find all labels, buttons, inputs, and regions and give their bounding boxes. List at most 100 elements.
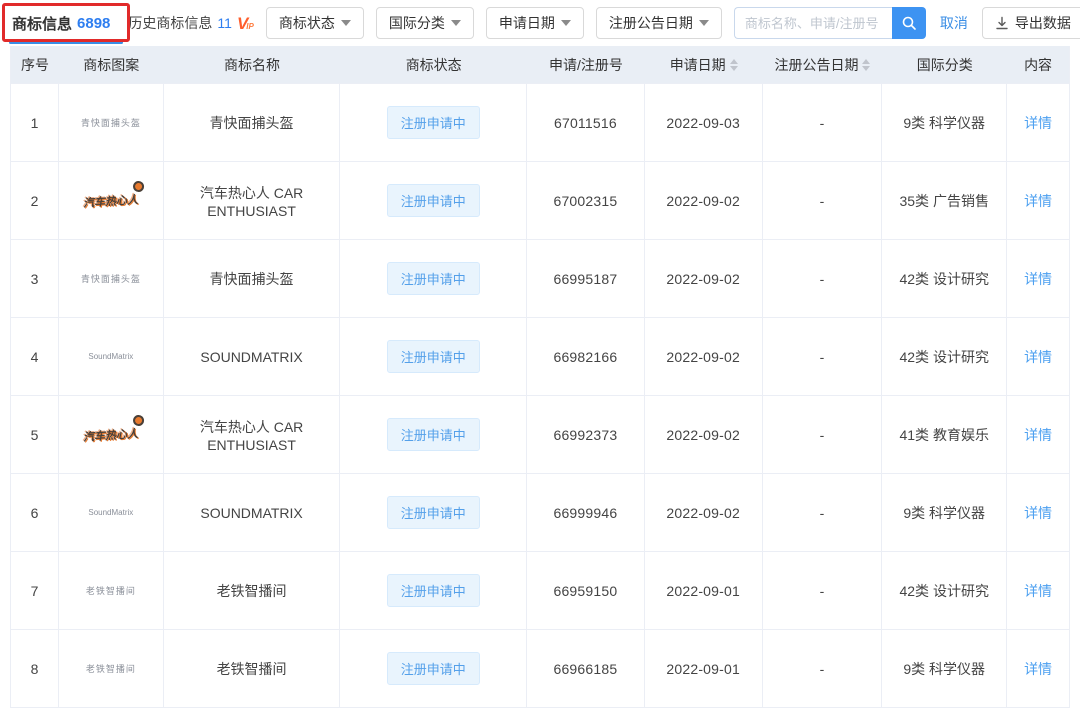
international-class: 42类 设计研究 [882, 552, 1007, 629]
logo-blob-icon [133, 414, 145, 426]
sort-icon[interactable] [862, 59, 870, 71]
detail-link[interactable]: 详情 [1024, 425, 1052, 445]
tab-history-trademark-info[interactable]: 历史商标信息 11 V IP [128, 13, 253, 33]
detail-cell: 详情 [1007, 318, 1069, 395]
col-header-intl-class: 国际分类 [882, 46, 1007, 83]
trademark-image-text: 老铁智播间 [86, 662, 136, 675]
row-index: 5 [11, 396, 59, 473]
table-row: 5 汽车热心人 汽车热心人 CAR ENTHUSIAST 注册申请中 66992… [11, 396, 1069, 474]
export-label: 导出数据 [1015, 13, 1071, 33]
sort-icon[interactable] [730, 59, 738, 71]
trademark-image-cell: 青快面捕头盔 [59, 84, 164, 161]
filter-registration-announce-date[interactable]: 注册公告日期 [596, 7, 722, 39]
trademark-image-text: SoundMatrix [88, 352, 133, 361]
application-number: 67002315 [527, 162, 645, 239]
table-header-row: 序号 商标图案 商标名称 商标状态 申请/注册号 申请日期 注册公告日期 国际分… [11, 46, 1069, 84]
table-row: 2 汽车热心人 汽车热心人 CAR ENTHUSIAST 注册申请中 67002… [11, 162, 1069, 240]
registration-announce-date: - [763, 84, 883, 161]
registration-announce-date: - [763, 318, 883, 395]
detail-link[interactable]: 详情 [1024, 503, 1052, 523]
detail-link[interactable]: 详情 [1024, 191, 1052, 211]
status-cell: 注册申请中 [340, 630, 527, 707]
status-cell: 注册申请中 [340, 84, 527, 161]
trademark-image-cell: 青快面捕头盔 [59, 240, 164, 317]
chevron-down-icon [699, 20, 709, 26]
table-row: 8 老铁智播间 老铁智播间 注册申请中 66966185 2022-09-01 … [11, 630, 1069, 708]
row-index: 2 [11, 162, 59, 239]
chevron-down-icon [341, 20, 351, 26]
application-date: 2022-09-01 [645, 552, 763, 629]
search-group [734, 7, 926, 39]
chevron-down-icon [561, 20, 571, 26]
filter-label: 商标状态 [279, 13, 335, 33]
detail-link[interactable]: 详情 [1024, 347, 1052, 367]
chevron-down-icon [451, 20, 461, 26]
table-row: 4 SoundMatrix SOUNDMATRIX 注册申请中 66982166… [11, 318, 1069, 396]
detail-link[interactable]: 详情 [1024, 659, 1052, 679]
trademark-image-text: 青快面捕头盔 [81, 116, 141, 129]
trademark-name: 青快面捕头盔 [164, 84, 341, 161]
detail-cell: 详情 [1007, 396, 1069, 473]
trademark-name: 汽车热心人 CAR ENTHUSIAST [164, 162, 341, 239]
registration-announce-date: - [763, 240, 883, 317]
tab-trademark-info[interactable]: 商标信息 6898 [12, 13, 110, 34]
status-badge: 注册申请中 [387, 184, 480, 217]
application-number: 66995187 [527, 240, 645, 317]
filter-application-date[interactable]: 申请日期 [486, 7, 584, 39]
download-icon [995, 16, 1009, 30]
filter-international-class[interactable]: 国际分类 [376, 7, 474, 39]
registration-announce-date: - [763, 630, 883, 707]
international-class: 9类 科学仪器 [882, 84, 1007, 161]
trademark-logo: 汽车热心人 [79, 422, 143, 446]
table-row: 3 青快面捕头盔 青快面捕头盔 注册申请中 66995187 2022-09-0… [11, 240, 1069, 318]
search-icon [901, 15, 917, 31]
international-class: 41类 教育娱乐 [882, 396, 1007, 473]
application-number: 66959150 [527, 552, 645, 629]
filter-trademark-status[interactable]: 商标状态 [266, 7, 364, 39]
table-row: 6 SoundMatrix SOUNDMATRIX 注册申请中 66999946… [11, 474, 1069, 552]
col-header-reg-date[interactable]: 注册公告日期 [763, 46, 883, 83]
col-header-app-date[interactable]: 申请日期 [645, 46, 763, 83]
active-tab-underline [9, 41, 123, 44]
registration-announce-date: - [763, 474, 883, 551]
row-index: 7 [11, 552, 59, 629]
application-date: 2022-09-01 [645, 630, 763, 707]
search-input[interactable] [734, 7, 892, 39]
trademark-name: 青快面捕头盔 [164, 240, 341, 317]
application-date: 2022-09-02 [645, 240, 763, 317]
search-button[interactable] [892, 7, 926, 39]
trademark-name: 汽车热心人 CAR ENTHUSIAST [164, 396, 341, 473]
status-badge: 注册申请中 [387, 262, 480, 295]
status-cell: 注册申请中 [340, 396, 527, 473]
status-badge: 注册申请中 [387, 496, 480, 529]
detail-link[interactable]: 详情 [1024, 113, 1052, 133]
detail-link[interactable]: 详情 [1024, 269, 1052, 289]
trademark-image-text: 老铁智播间 [86, 584, 136, 597]
table-row: 1 青快面捕头盔 青快面捕头盔 注册申请中 67011516 2022-09-0… [11, 84, 1069, 162]
detail-link[interactable]: 详情 [1024, 581, 1052, 601]
status-cell: 注册申请中 [340, 552, 527, 629]
trademark-logo: 汽车热心人 [79, 188, 143, 212]
status-badge: 注册申请中 [387, 418, 480, 451]
filter-label: 注册公告日期 [609, 13, 693, 33]
col-header-mark-image: 商标图案 [59, 46, 164, 83]
trademark-image-cell: 汽车热心人 [59, 396, 164, 473]
tab-count: 11 [217, 15, 232, 31]
trademark-table: 序号 商标图案 商标名称 商标状态 申请/注册号 申请日期 注册公告日期 国际分… [10, 46, 1070, 708]
international-class: 42类 设计研究 [882, 318, 1007, 395]
status-badge: 注册申请中 [387, 340, 480, 373]
detail-cell: 详情 [1007, 240, 1069, 317]
cancel-link[interactable]: 取消 [940, 13, 968, 33]
export-data-button[interactable]: 导出数据 [982, 7, 1080, 39]
status-cell: 注册申请中 [340, 474, 527, 551]
filter-label: 申请日期 [499, 13, 555, 33]
application-number: 67011516 [527, 84, 645, 161]
detail-cell: 详情 [1007, 552, 1069, 629]
trademark-image-text: 青快面捕头盔 [81, 272, 141, 285]
vip-icon: V IP [237, 15, 254, 32]
col-header-index: 序号 [11, 46, 59, 83]
detail-cell: 详情 [1007, 162, 1069, 239]
trademark-name: 老铁智播间 [164, 552, 341, 629]
international-class: 9类 科学仪器 [882, 474, 1007, 551]
status-badge: 注册申请中 [387, 106, 480, 139]
